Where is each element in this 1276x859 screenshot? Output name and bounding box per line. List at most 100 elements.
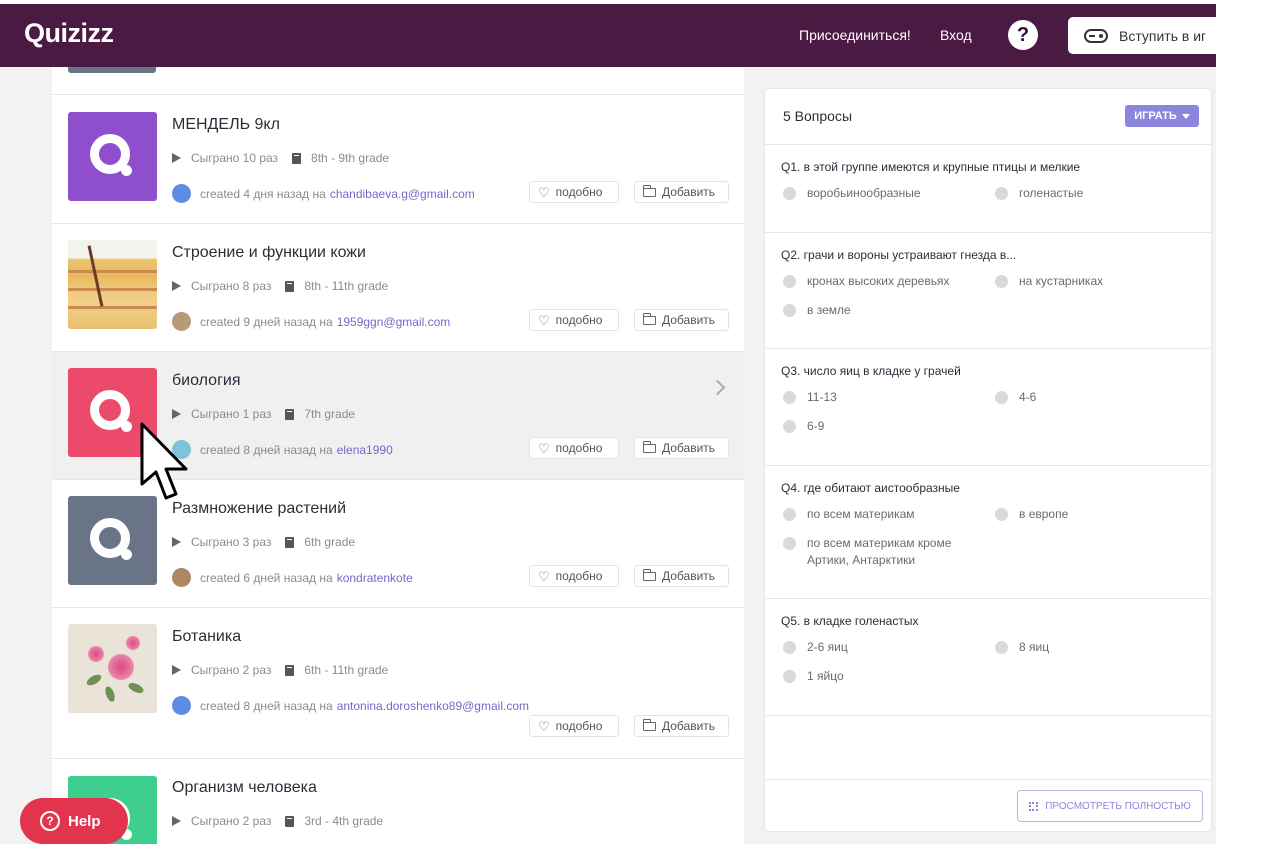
botany-flower-image bbox=[68, 624, 157, 713]
add-to-collection-button[interactable]: Добавить bbox=[634, 565, 729, 587]
heart-icon: ♡ bbox=[538, 312, 550, 328]
answer-option: в европе bbox=[995, 506, 1068, 523]
play-count-icon bbox=[172, 665, 181, 675]
avatar bbox=[172, 184, 191, 203]
quiz-title[interactable]: Организм человека bbox=[172, 779, 317, 797]
created-text: created 4 дня назад на bbox=[200, 186, 326, 201]
like-button[interactable]: ♡ подобно bbox=[529, 565, 619, 587]
quiz-title[interactable]: Строение и функции кожи bbox=[172, 244, 366, 262]
radio-dot bbox=[995, 641, 1008, 654]
like-button[interactable]: ♡ подобно bbox=[529, 181, 619, 203]
join-link[interactable]: Присоединиться! bbox=[799, 27, 911, 43]
quizizz-q-icon bbox=[89, 133, 136, 180]
add-to-collection-button[interactable]: Добавить bbox=[634, 715, 729, 737]
answer-option: воробьинообразные bbox=[783, 185, 921, 202]
quiz-meta: Сыграно 1 раз 7th grade bbox=[172, 407, 355, 421]
quiz-creator: created 6 дней назад на kondratenkote bbox=[172, 568, 413, 587]
answer-option: по всем материкам кроме Артики, Антаркти… bbox=[783, 535, 983, 569]
author-link[interactable]: 1959ggn@gmail.com bbox=[337, 315, 451, 329]
view-full-label: ПРОСМОТРЕТЬ ПОЛНОСТЬЮ bbox=[1045, 800, 1191, 812]
grade-book-icon bbox=[285, 536, 295, 548]
answer-option: 4-6 bbox=[995, 389, 1036, 406]
avatar bbox=[172, 696, 191, 715]
question-text: Q3. число яиц в кладке у грачей bbox=[781, 364, 961, 378]
play-count-icon bbox=[172, 281, 181, 291]
quiz-meta: Сыграно 2 раз 6th - 11th grade bbox=[172, 663, 388, 677]
play-count-icon bbox=[172, 409, 181, 419]
play-dropdown-button[interactable]: ИГРАТЬ bbox=[1125, 105, 1199, 127]
like-label: подобно bbox=[555, 569, 603, 583]
grade-level: 6th - 11th grade bbox=[304, 663, 389, 677]
chevron-right-icon[interactable] bbox=[709, 379, 726, 396]
expand-icon bbox=[1029, 801, 1039, 811]
question-block: Q5. в кладке голенастых 2-6 яиц 8 яиц 1 … bbox=[765, 599, 1211, 716]
question-count: 5 Вопросы bbox=[783, 108, 853, 124]
grade-level: 6th grade bbox=[304, 535, 356, 549]
question-text: Q5. в кладке голенастых bbox=[781, 614, 919, 628]
add-to-collection-button[interactable]: Добавить bbox=[634, 181, 729, 203]
play-count: Сыграно 2 раз bbox=[191, 663, 272, 677]
join-game-button[interactable]: Вступить в иг bbox=[1068, 17, 1216, 54]
quiz-creator: created 4 дня назад на chandibaeva.g@gma… bbox=[172, 184, 475, 203]
help-circle-icon: ? bbox=[40, 811, 60, 831]
quiz-meta: Сыграно 8 раз 8th - 11th grade bbox=[172, 279, 388, 293]
question-block: Q4. где обитают аистообразные по всем ма… bbox=[765, 466, 1211, 599]
like-button[interactable]: ♡ подобно bbox=[529, 309, 619, 331]
grade-book-icon bbox=[285, 408, 295, 420]
play-count: Сыграно 3 раз bbox=[191, 535, 272, 549]
add-to-collection-button[interactable]: Добавить bbox=[634, 309, 729, 331]
play-count: Сыграно 10 раз bbox=[191, 151, 279, 165]
play-count: Сыграно 8 раз bbox=[191, 279, 272, 293]
radio-dot bbox=[995, 187, 1008, 200]
quizizz-logo[interactable]: Quizizz bbox=[24, 18, 114, 49]
quiz-title[interactable]: Размножение растений bbox=[172, 500, 346, 518]
avatar bbox=[172, 312, 191, 331]
created-text: created 6 дней назад на bbox=[200, 570, 333, 585]
created-text: created 8 дней назад на bbox=[200, 442, 333, 457]
like-label: подобно bbox=[555, 185, 603, 199]
author-link[interactable]: elena1990 bbox=[337, 443, 393, 457]
radio-dot bbox=[783, 670, 796, 683]
quiz-creator: created 8 дней назад на antonina.doroshe… bbox=[172, 696, 529, 715]
quiz-meta: Сыграно 10 раз 8th - 9th grade bbox=[172, 151, 389, 165]
like-label: подобно bbox=[555, 441, 603, 455]
mouse-pointer-icon bbox=[140, 422, 188, 500]
play-label: ИГРАТЬ bbox=[1134, 110, 1177, 122]
radio-dot bbox=[995, 275, 1008, 288]
list-item[interactable]: Ботаника Сыграно 2 раз 6th - 11th grade … bbox=[52, 608, 744, 759]
question-block: Q2. грачи и вороны устраивают гнезда в..… bbox=[765, 233, 1211, 349]
like-button[interactable]: ♡ подобно bbox=[529, 715, 619, 737]
radio-dot bbox=[783, 275, 796, 288]
caret-down-icon bbox=[1181, 113, 1190, 119]
like-button[interactable]: ♡ подобно bbox=[529, 437, 619, 459]
list-item[interactable]: Организм человека Сыграно 2 раз 3rd - 4t… bbox=[52, 760, 744, 844]
grade-book-icon bbox=[285, 280, 295, 292]
login-link[interactable]: Вход bbox=[940, 27, 972, 43]
grade-level: 8th - 9th grade bbox=[311, 151, 390, 165]
quiz-title[interactable]: Ботаника bbox=[172, 628, 241, 646]
author-link[interactable]: kondratenkote bbox=[337, 571, 413, 585]
question-block: Q1. в этой группе имеются и крупные птиц… bbox=[765, 145, 1211, 233]
quizizz-q-icon bbox=[89, 389, 136, 436]
quiz-creator: created 8 дней назад на elena1990 bbox=[172, 440, 393, 459]
add-to-collection-button[interactable]: Добавить bbox=[634, 437, 729, 459]
list-item[interactable]: МЕНДЕЛЬ 9кл Сыграно 10 раз 8th - 9th gra… bbox=[52, 96, 744, 224]
quiz-title[interactable]: биология bbox=[172, 372, 241, 390]
folder-icon bbox=[642, 440, 656, 453]
help-button[interactable]: ? Help bbox=[20, 798, 128, 844]
quiz-title[interactable]: МЕНДЕЛЬ 9кл bbox=[172, 116, 280, 134]
skin-structure-image bbox=[68, 240, 157, 329]
list-item[interactable]: Строение и функции кожи Сыграно 8 раз 8t… bbox=[52, 224, 744, 352]
help-label: Help bbox=[68, 812, 101, 830]
question-text: Q1. в этой группе имеются и крупные птиц… bbox=[781, 160, 1081, 174]
answer-option: 2-6 яиц bbox=[783, 639, 848, 656]
folder-icon bbox=[642, 718, 656, 731]
author-link[interactable]: antonina.doroshenko89@gmail.com bbox=[337, 699, 529, 713]
view-full-button[interactable]: ПРОСМОТРЕТЬ ПОЛНОСТЬЮ bbox=[1017, 790, 1203, 822]
author-link[interactable]: chandibaeva.g@gmail.com bbox=[330, 187, 475, 201]
answer-option: по всем материкам bbox=[783, 506, 915, 523]
created-text: created 9 дней назад на bbox=[200, 314, 333, 329]
grade-level: 7th grade bbox=[304, 407, 356, 421]
help-question-icon[interactable]: ? bbox=[1008, 20, 1038, 50]
quiz-thumbnail bbox=[68, 496, 157, 585]
